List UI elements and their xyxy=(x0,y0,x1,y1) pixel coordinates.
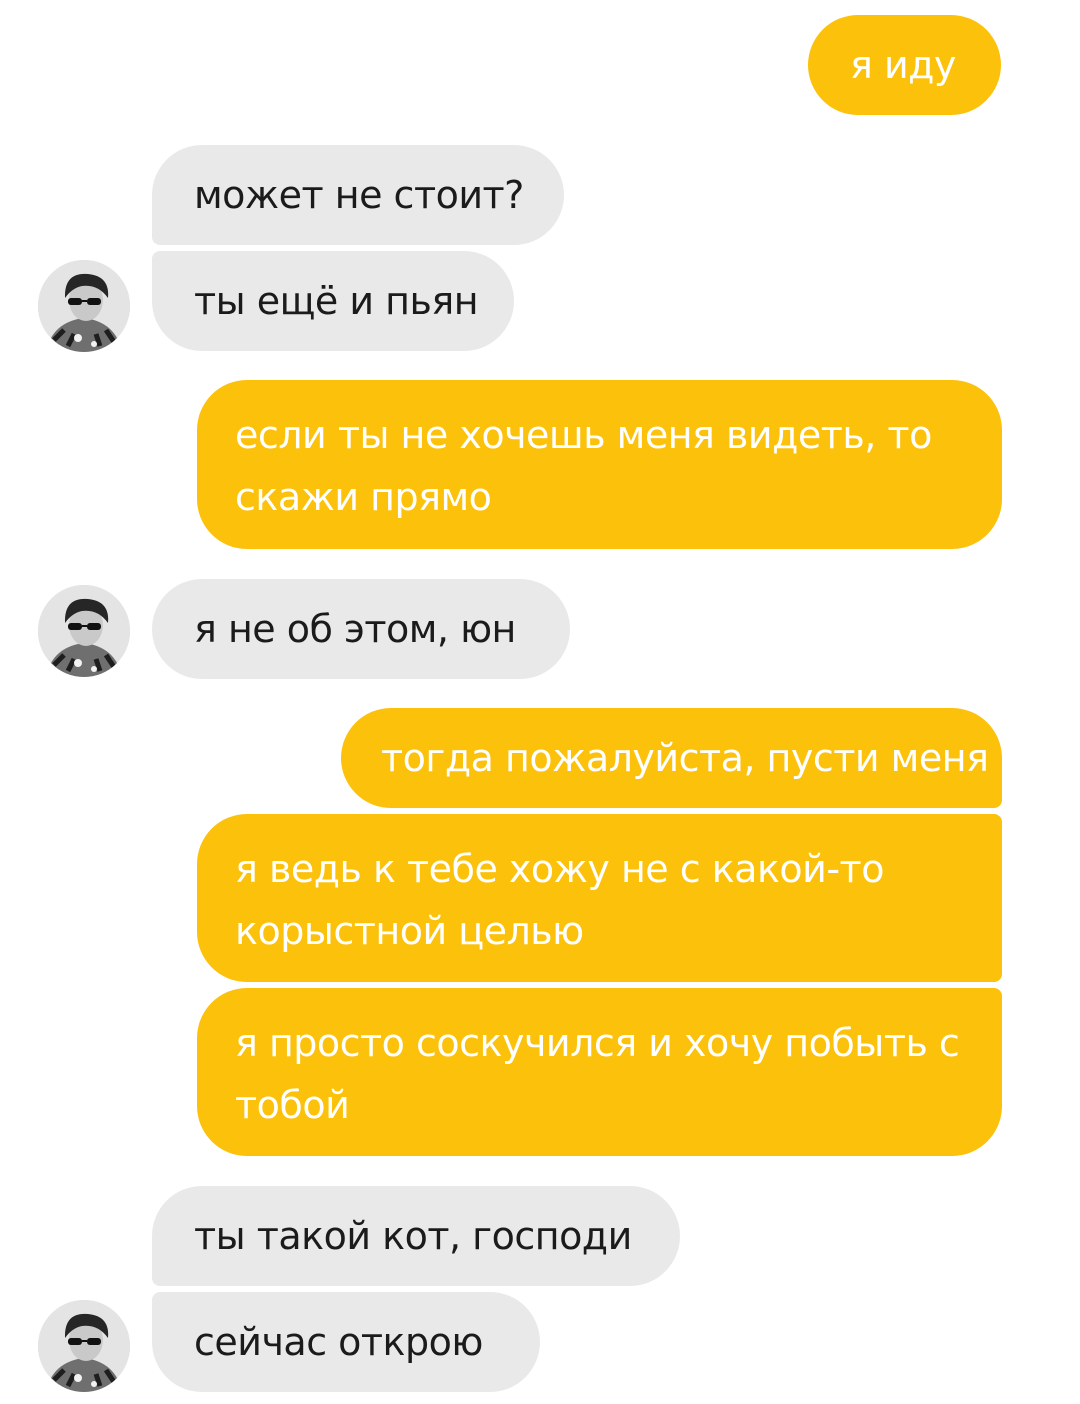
outgoing-message-bubble[interactable]: я просто соскучился и хочу побыть с тобо… xyxy=(197,988,1002,1156)
incoming-message-bubble[interactable]: ты такой кот, господи xyxy=(152,1186,680,1286)
message-text: если ты не хочешь меня видеть, то скажи … xyxy=(235,413,932,519)
message-text: я просто соскучился и хочу побыть с тобо… xyxy=(235,1021,960,1127)
incoming-message-bubble[interactable]: может не стоит? xyxy=(152,145,564,245)
chat-message-list[interactable]: я иду может не стоит? ты ещё и пьян если… xyxy=(0,0,1080,1404)
incoming-message-bubble[interactable]: ты ещё и пьян xyxy=(152,251,514,351)
outgoing-message-bubble[interactable]: я ведь к тебе хожу не с какой-то корыстн… xyxy=(197,814,1002,982)
incoming-message-bubble[interactable]: я не об этом, юн xyxy=(152,579,570,679)
contact-avatar-photo-icon[interactable] xyxy=(38,1300,130,1392)
message-text: я ведь к тебе хожу не с какой-то корыстн… xyxy=(235,847,884,953)
message-text: может не стоит? xyxy=(194,173,524,217)
outgoing-message-bubble[interactable]: тогда пожалуйста, пусти меня xyxy=(341,708,1002,808)
contact-avatar-photo-icon[interactable] xyxy=(38,260,130,352)
outgoing-message-bubble[interactable]: если ты не хочешь меня видеть, то скажи … xyxy=(197,380,1002,549)
message-text: ты такой кот, господи xyxy=(194,1214,632,1258)
message-text: ты ещё и пьян xyxy=(194,279,479,323)
incoming-message-bubble[interactable]: сейчас открою xyxy=(152,1292,540,1392)
message-text: сейчас открою xyxy=(194,1320,483,1364)
message-text: тогда пожалуйста, пусти меня xyxy=(381,736,989,780)
contact-avatar-photo-icon[interactable] xyxy=(38,585,130,677)
outgoing-message-bubble[interactable]: я иду xyxy=(808,15,1001,115)
message-text: я иду xyxy=(850,43,956,87)
message-text: я не об этом, юн xyxy=(194,607,516,651)
